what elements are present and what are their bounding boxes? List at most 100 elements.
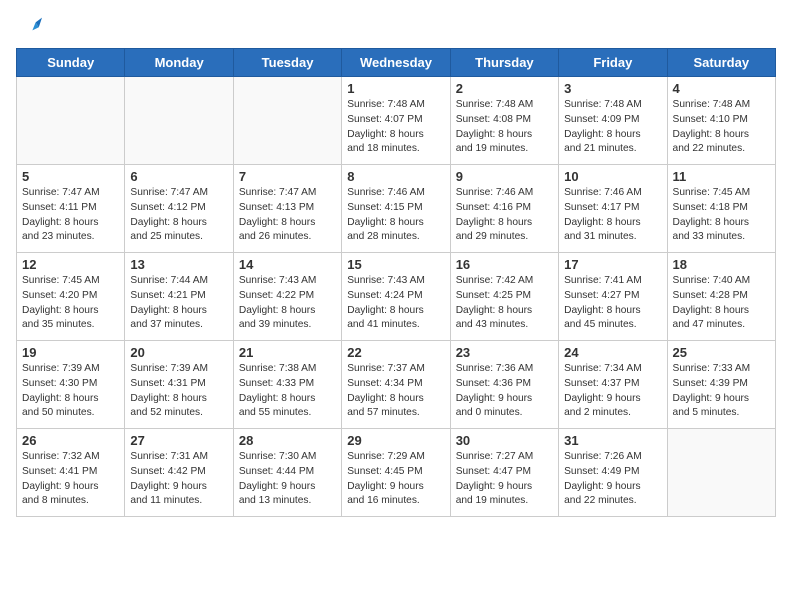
page-header <box>16 16 776 40</box>
weekday-header-cell: Monday <box>125 49 233 77</box>
calendar-day-cell: 29 Sunrise: 7:29 AM Sunset: 4:45 PM Dayli… <box>342 429 450 517</box>
calendar-day-cell: 4 Sunrise: 7:48 AM Sunset: 4:10 PM Daylig… <box>667 77 775 165</box>
calendar-day-cell: 30 Sunrise: 7:27 AM Sunset: 4:47 PM Dayli… <box>450 429 558 517</box>
day-number: 1 <box>347 81 444 96</box>
day-info: Sunrise: 7:39 AM Sunset: 4:31 PM Dayligh… <box>130 362 227 421</box>
day-info: Sunrise: 7:47 AM Sunset: 4:12 PM Dayligh… <box>130 186 227 245</box>
day-info: Sunrise: 7:31 AM Sunset: 4:42 PM Dayligh… <box>130 450 227 509</box>
calendar-day-cell: 17 Sunrise: 7:41 AM Sunset: 4:27 PM Dayli… <box>559 253 667 341</box>
day-number: 5 <box>22 169 119 184</box>
day-number: 30 <box>456 433 553 448</box>
day-info: Sunrise: 7:26 AM Sunset: 4:49 PM Dayligh… <box>564 450 661 509</box>
calendar-day-cell: 12 Sunrise: 7:45 AM Sunset: 4:20 PM Dayli… <box>17 253 125 341</box>
day-info: Sunrise: 7:47 AM Sunset: 4:13 PM Dayligh… <box>239 186 336 245</box>
calendar-table: SundayMondayTuesdayWednesdayThursdayFrid… <box>16 48 776 517</box>
calendar-day-cell: 3 Sunrise: 7:48 AM Sunset: 4:09 PM Daylig… <box>559 77 667 165</box>
day-number: 31 <box>564 433 661 448</box>
day-info: Sunrise: 7:29 AM Sunset: 4:45 PM Dayligh… <box>347 450 444 509</box>
weekday-header-cell: Friday <box>559 49 667 77</box>
calendar-day-cell: 9 Sunrise: 7:46 AM Sunset: 4:16 PM Daylig… <box>450 165 558 253</box>
day-info: Sunrise: 7:38 AM Sunset: 4:33 PM Dayligh… <box>239 362 336 421</box>
calendar-day-cell: 26Sunrise: 7:32 AM Sunset: 4:41 PM Dayli… <box>17 429 125 517</box>
calendar-day-cell: 15 Sunrise: 7:43 AM Sunset: 4:24 PM Dayli… <box>342 253 450 341</box>
day-number: 21 <box>239 345 336 360</box>
day-info: Sunrise: 7:41 AM Sunset: 4:27 PM Dayligh… <box>564 274 661 333</box>
day-info: Sunrise: 7:45 AM Sunset: 4:20 PM Dayligh… <box>22 274 119 333</box>
calendar-day-cell: 11Sunrise: 7:45 AM Sunset: 4:18 PM Dayli… <box>667 165 775 253</box>
day-number: 6 <box>130 169 227 184</box>
day-info: Sunrise: 7:27 AM Sunset: 4:47 PM Dayligh… <box>456 450 553 509</box>
day-number: 12 <box>22 257 119 272</box>
calendar-day-cell: 20Sunrise: 7:39 AM Sunset: 4:31 PM Dayli… <box>125 341 233 429</box>
calendar-week-row: 19 Sunrise: 7:39 AM Sunset: 4:30 PM Dayli… <box>17 341 776 429</box>
calendar-day-cell: 18 Sunrise: 7:40 AM Sunset: 4:28 PM Dayli… <box>667 253 775 341</box>
weekday-header-cell: Saturday <box>667 49 775 77</box>
weekday-header-row: SundayMondayTuesdayWednesdayThursdayFrid… <box>17 49 776 77</box>
day-number: 18 <box>673 257 770 272</box>
calendar-day-cell: 25Sunrise: 7:33 AM Sunset: 4:39 PM Dayli… <box>667 341 775 429</box>
calendar-day-cell: 14 Sunrise: 7:43 AM Sunset: 4:22 PM Dayli… <box>233 253 341 341</box>
calendar-week-row: 1 Sunrise: 7:48 AM Sunset: 4:07 PM Daylig… <box>17 77 776 165</box>
calendar-day-cell <box>17 77 125 165</box>
day-number: 13 <box>130 257 227 272</box>
calendar-day-cell: 23 Sunrise: 7:36 AM Sunset: 4:36 PM Dayli… <box>450 341 558 429</box>
weekday-header-cell: Sunday <box>17 49 125 77</box>
day-number: 25 <box>673 345 770 360</box>
day-number: 29 <box>347 433 444 448</box>
day-info: Sunrise: 7:42 AM Sunset: 4:25 PM Dayligh… <box>456 274 553 333</box>
day-info: Sunrise: 7:32 AM Sunset: 4:41 PM Dayligh… <box>22 450 119 509</box>
day-info: Sunrise: 7:46 AM Sunset: 4:16 PM Dayligh… <box>456 186 553 245</box>
calendar-day-cell: 6 Sunrise: 7:47 AM Sunset: 4:12 PM Daylig… <box>125 165 233 253</box>
calendar-day-cell <box>233 77 341 165</box>
calendar-day-cell: 2Sunrise: 7:48 AM Sunset: 4:08 PM Daylig… <box>450 77 558 165</box>
day-number: 3 <box>564 81 661 96</box>
day-info: Sunrise: 7:34 AM Sunset: 4:37 PM Dayligh… <box>564 362 661 421</box>
day-info: Sunrise: 7:36 AM Sunset: 4:36 PM Dayligh… <box>456 362 553 421</box>
calendar-day-cell: 24 Sunrise: 7:34 AM Sunset: 4:37 PM Dayli… <box>559 341 667 429</box>
calendar-day-cell: 5 Sunrise: 7:47 AM Sunset: 4:11 PM Daylig… <box>17 165 125 253</box>
calendar-day-cell <box>125 77 233 165</box>
calendar-day-cell <box>667 429 775 517</box>
day-number: 9 <box>456 169 553 184</box>
day-number: 17 <box>564 257 661 272</box>
logo <box>16 16 42 40</box>
day-number: 2 <box>456 81 553 96</box>
calendar-day-cell: 27 Sunrise: 7:31 AM Sunset: 4:42 PM Dayli… <box>125 429 233 517</box>
day-number: 15 <box>347 257 444 272</box>
weekday-header-cell: Thursday <box>450 49 558 77</box>
day-info: Sunrise: 7:39 AM Sunset: 4:30 PM Dayligh… <box>22 362 119 421</box>
day-info: Sunrise: 7:40 AM Sunset: 4:28 PM Dayligh… <box>673 274 770 333</box>
day-info: Sunrise: 7:45 AM Sunset: 4:18 PM Dayligh… <box>673 186 770 245</box>
day-number: 4 <box>673 81 770 96</box>
calendar-day-cell: 10 Sunrise: 7:46 AM Sunset: 4:17 PM Dayli… <box>559 165 667 253</box>
day-info: Sunrise: 7:48 AM Sunset: 4:10 PM Dayligh… <box>673 98 770 157</box>
day-number: 14 <box>239 257 336 272</box>
day-info: Sunrise: 7:48 AM Sunset: 4:07 PM Dayligh… <box>347 98 444 157</box>
day-info: Sunrise: 7:44 AM Sunset: 4:21 PM Dayligh… <box>130 274 227 333</box>
calendar-week-row: 12 Sunrise: 7:45 AM Sunset: 4:20 PM Dayli… <box>17 253 776 341</box>
calendar-day-cell: 16Sunrise: 7:42 AM Sunset: 4:25 PM Dayli… <box>450 253 558 341</box>
day-info: Sunrise: 7:48 AM Sunset: 4:09 PM Dayligh… <box>564 98 661 157</box>
day-info: Sunrise: 7:43 AM Sunset: 4:22 PM Dayligh… <box>239 274 336 333</box>
calendar-week-row: 5 Sunrise: 7:47 AM Sunset: 4:11 PM Daylig… <box>17 165 776 253</box>
calendar-day-cell: 7 Sunrise: 7:47 AM Sunset: 4:13 PM Daylig… <box>233 165 341 253</box>
calendar-day-cell: 1 Sunrise: 7:48 AM Sunset: 4:07 PM Daylig… <box>342 77 450 165</box>
day-info: Sunrise: 7:30 AM Sunset: 4:44 PM Dayligh… <box>239 450 336 509</box>
day-info: Sunrise: 7:46 AM Sunset: 4:17 PM Dayligh… <box>564 186 661 245</box>
day-number: 27 <box>130 433 227 448</box>
day-number: 10 <box>564 169 661 184</box>
day-number: 19 <box>22 345 119 360</box>
calendar-day-cell: 31 Sunrise: 7:26 AM Sunset: 4:49 PM Dayli… <box>559 429 667 517</box>
weekday-header-cell: Tuesday <box>233 49 341 77</box>
calendar-day-cell: 21 Sunrise: 7:38 AM Sunset: 4:33 PM Dayli… <box>233 341 341 429</box>
logo-icon <box>18 16 42 40</box>
day-number: 24 <box>564 345 661 360</box>
day-info: Sunrise: 7:43 AM Sunset: 4:24 PM Dayligh… <box>347 274 444 333</box>
calendar-day-cell: 22Sunrise: 7:37 AM Sunset: 4:34 PM Dayli… <box>342 341 450 429</box>
calendar-day-cell: 19 Sunrise: 7:39 AM Sunset: 4:30 PM Dayli… <box>17 341 125 429</box>
calendar-day-cell: 28Sunrise: 7:30 AM Sunset: 4:44 PM Dayli… <box>233 429 341 517</box>
day-info: Sunrise: 7:47 AM Sunset: 4:11 PM Dayligh… <box>22 186 119 245</box>
day-number: 7 <box>239 169 336 184</box>
calendar-week-row: 26Sunrise: 7:32 AM Sunset: 4:41 PM Dayli… <box>17 429 776 517</box>
day-number: 23 <box>456 345 553 360</box>
